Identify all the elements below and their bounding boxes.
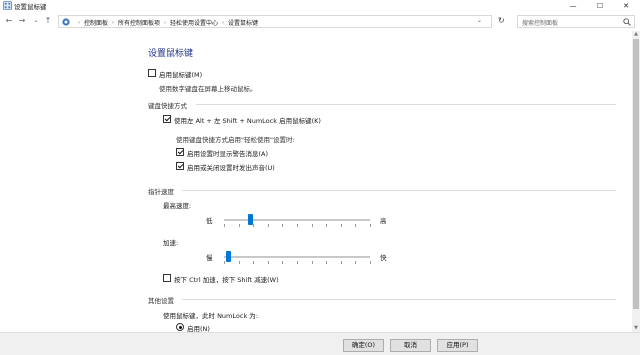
section-divider [182,190,616,191]
breadcrumb-chevron-icon[interactable]: › [222,20,224,26]
top-speed-low-label: 低 [206,217,213,225]
other-settings-section-title: 其他设置 [148,297,174,305]
search-input[interactable]: 搜索控制面板 [517,15,635,28]
slider-tick [253,224,255,227]
recent-locations-dropdown-icon[interactable]: ⌄ [31,16,41,26]
slider-tick [326,224,328,227]
enable-mousekeys-description: 使用数字键盘在屏幕上移动鼠标。 [159,85,257,93]
slider-tick [297,224,298,227]
breadcrumb-chevron-icon[interactable]: › [164,20,166,26]
slider-tick [355,224,357,227]
breadcrumb-control-panel[interactable]: 控制面板 [84,18,108,27]
slider-tick [340,261,342,264]
slider-tick [340,224,342,227]
section-divider [196,104,616,105]
sound-label[interactable]: 启用或关闭设置时发出声音(U) [187,162,275,172]
refresh-icon[interactable]: ↻ [498,16,505,25]
ctrl-shift-checkbox[interactable] [163,274,171,282]
window-title: 设置鼠标键 [14,3,47,11]
breadcrumb-ease-of-access[interactable]: 轻松使用设置中心 [170,18,218,27]
address-bar[interactable]: › 控制面板 › 所有控制面板项 › 轻松使用设置中心 › 设置鼠标键 ⌄ [58,15,492,28]
warning-message-label[interactable]: 启用设置时显示警告消息(A) [187,148,268,158]
page-title: 设置鼠标键 [148,49,194,59]
shortcut-checkbox[interactable] [163,115,171,123]
slider-tick [297,261,298,264]
vertical-scrollbar[interactable]: ▲ ▼ [632,31,640,332]
title-bar: 设置鼠标键 — ☐ ✕ [0,0,640,12]
top-speed-label: 最高速度: [163,202,192,210]
dialog-footer: 确定(O) 取消 应用(P) [0,332,640,355]
scroll-up-icon[interactable]: ▲ [632,31,640,38]
back-arrow-icon[interactable]: ← [4,16,14,26]
mouse-keys-app-icon [3,1,12,10]
enable-mousekeys-checkbox[interactable] [148,69,156,77]
scroll-down-icon[interactable]: ▼ [632,325,640,332]
minimize-icon: — [569,2,577,10]
ctrl-shift-label[interactable]: 按下 Ctrl 加速，按下 Shift 减速(W) [174,274,279,284]
warning-message-checkbox[interactable] [176,148,184,156]
slider-tick [311,261,313,264]
numlock-on-radio[interactable] [176,323,184,331]
top-speed-slider-track[interactable] [224,219,370,221]
breadcrumb-current-page[interactable]: 设置鼠标键 [228,18,258,27]
acceleration-slider-track[interactable] [224,256,370,258]
breadcrumb-chevron-icon: › [78,19,80,26]
breadcrumb-chevron-icon[interactable]: › [112,20,114,26]
slider-tick [370,261,371,264]
settings-content: 设置鼠标键 启用鼠标键(M) 使用数字键盘在屏幕上移动鼠标。 键盘快捷方式 使用… [0,31,632,332]
slider-tick [326,261,328,264]
numlock-label: 使用鼠标键，此时 NumLock 为: [163,312,258,320]
acceleration-slider-thumb[interactable] [226,251,232,262]
slider-tick [224,224,225,227]
minimize-button[interactable]: — [560,0,586,12]
maximize-button[interactable]: ☐ [587,0,613,12]
slider-tick [355,261,357,264]
close-button[interactable]: ✕ [613,0,639,12]
shortcut-section-title: 键盘快捷方式 [148,102,187,110]
breadcrumb: › 控制面板 › 所有控制面板项 › 轻松使用设置中心 › 设置鼠标键 [74,17,258,28]
top-speed-high-label: 高 [380,217,387,225]
slider-tick [267,261,269,264]
enable-mousekeys-label[interactable]: 启用鼠标键(M) [159,69,202,79]
slider-tick [267,224,269,227]
slider-tick [282,224,284,227]
slider-tick [238,261,240,264]
ok-button[interactable]: 确定(O) [343,339,384,352]
slider-tick [370,224,371,227]
slider-tick [224,261,225,264]
navigation-bar: ← → ⌄ ↑ › 控制面板 › 所有控制面板项 › 轻松使用设置中心 › 设置… [0,13,640,30]
shortcut-checkbox-label[interactable]: 使用左 Alt + 左 Shift + NumLock 启用鼠标键(K) [174,115,321,125]
acceleration-label: 加速: [163,239,179,247]
section-divider [182,299,616,300]
close-icon: ✕ [623,2,629,10]
forward-arrow-icon[interactable]: → [17,16,27,26]
control-panel-icon [62,18,70,26]
address-dropdown-icon[interactable]: ⌄ [477,17,482,24]
slider-tick [238,224,240,227]
numlock-on-label[interactable]: 启用(N) [187,323,210,332]
acceleration-fast-label: 快 [380,254,387,262]
search-placeholder: 搜索控制面板 [522,20,559,27]
breadcrumb-all-items[interactable]: 所有控制面板项 [118,18,160,27]
slider-tick [282,261,284,264]
search-icon[interactable] [623,18,631,26]
sound-checkbox[interactable] [176,162,184,170]
maximize-icon: ☐ [596,2,604,10]
shortcut-when-label: 使用键盘快捷方式启用"轻松使用"设置时: [176,136,295,144]
pointer-speed-section-title: 指针速度 [148,188,174,196]
apply-button[interactable]: 应用(P) [437,339,478,352]
slider-tick [253,261,255,264]
scrollbar-thumb[interactable] [633,39,639,309]
up-arrow-icon[interactable]: ↑ [43,16,53,26]
cancel-button[interactable]: 取消 [390,339,431,352]
slider-tick [311,224,313,227]
acceleration-slow-label: 慢 [206,254,213,262]
